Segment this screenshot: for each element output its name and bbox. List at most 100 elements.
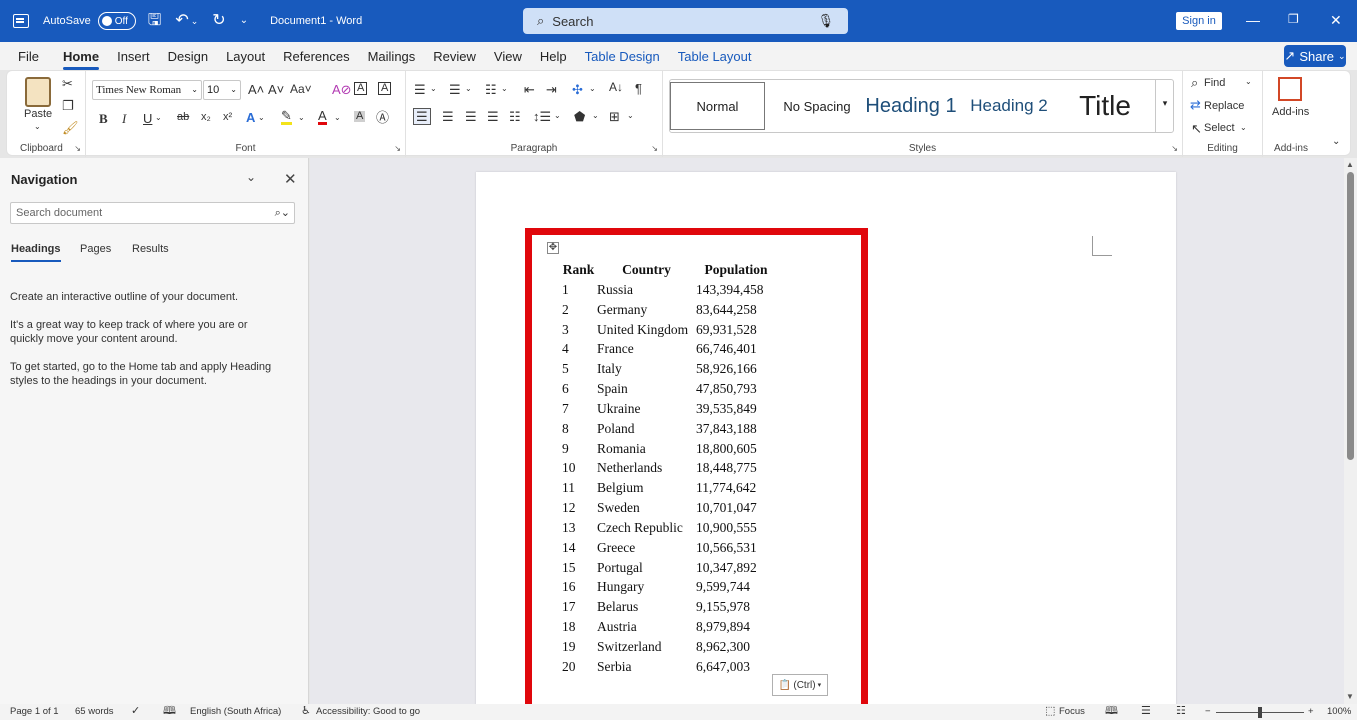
population-cell[interactable]: 58,926,166 bbox=[696, 359, 776, 379]
page-count[interactable]: Page 1 of 1 bbox=[10, 706, 59, 718]
strikethrough-icon[interactable]: ab bbox=[177, 112, 189, 123]
zoom-level[interactable]: 100% bbox=[1327, 706, 1351, 718]
zoom-in-icon[interactable]: + bbox=[1308, 706, 1314, 718]
focus-button[interactable]: Focus bbox=[1059, 706, 1085, 718]
highlight-icon[interactable]: ✎ bbox=[281, 109, 292, 125]
underline-dropdown-icon[interactable]: ⌄ bbox=[155, 114, 162, 122]
save-icon[interactable]: 🖫 bbox=[148, 13, 162, 29]
paste-button[interactable]: Paste bbox=[24, 109, 52, 120]
population-cell[interactable]: 10,701,047 bbox=[696, 498, 776, 518]
distributed-icon[interactable]: ☷ bbox=[509, 110, 521, 123]
population-cell[interactable]: 83,644,258 bbox=[696, 300, 776, 320]
style-title[interactable]: Title bbox=[1061, 81, 1149, 131]
tab-file[interactable]: File bbox=[18, 49, 39, 64]
country-cell[interactable]: Serbia bbox=[597, 657, 696, 677]
enclose-character-icon[interactable]: Ⓐ bbox=[376, 111, 389, 124]
tab-insert[interactable]: Insert bbox=[117, 49, 150, 64]
population-cell[interactable]: 69,931,528 bbox=[696, 320, 776, 340]
country-cell[interactable]: Germany bbox=[597, 300, 696, 320]
clipboard-launcher-icon[interactable]: ↘ bbox=[74, 144, 81, 153]
undo-icon[interactable]: ↶ bbox=[175, 13, 188, 29]
population-table[interactable]: Rank Country Population 1 Russia 143,394,4… bbox=[560, 260, 776, 677]
chevron-down-icon[interactable]: ⌄ bbox=[334, 114, 341, 122]
tab-table-layout[interactable]: Table Layout bbox=[678, 49, 752, 64]
chevron-down-icon[interactable]: ⌄ bbox=[554, 112, 561, 120]
style-normal[interactable]: Normal bbox=[670, 82, 765, 130]
chevron-down-icon[interactable]: ⌄ bbox=[1240, 124, 1247, 132]
bullets-icon[interactable]: ☰ bbox=[414, 83, 426, 96]
country-cell[interactable]: Ukraine bbox=[597, 399, 696, 419]
country-cell[interactable]: Spain bbox=[597, 379, 696, 399]
rank-cell[interactable]: 8 bbox=[560, 419, 597, 439]
read-mode-book-icon[interactable]: 🕮 bbox=[163, 705, 176, 717]
subscript-icon[interactable]: x₂ bbox=[201, 112, 211, 123]
increase-indent-icon[interactable]: ⇥ bbox=[546, 83, 557, 96]
paste-dropdown-icon[interactable]: ⌄ bbox=[34, 123, 41, 131]
rank-cell[interactable]: 18 bbox=[560, 617, 597, 637]
rank-cell[interactable]: 19 bbox=[560, 637, 597, 657]
tab-home[interactable]: Home bbox=[62, 49, 100, 70]
font-color-icon[interactable]: A bbox=[318, 109, 327, 125]
phonetic-guide-icon[interactable]: A bbox=[354, 82, 368, 95]
rank-cell[interactable]: 5 bbox=[560, 359, 597, 379]
chevron-down-icon[interactable]: ⌄ bbox=[501, 85, 508, 93]
rank-cell[interactable]: 20 bbox=[560, 657, 597, 677]
population-cell[interactable]: 18,800,605 bbox=[696, 439, 776, 459]
font-launcher-icon[interactable]: ↘ bbox=[394, 144, 401, 153]
nav-tab-headings[interactable]: Headings bbox=[11, 243, 61, 262]
word-count[interactable]: 65 words bbox=[75, 706, 114, 718]
population-cell[interactable]: 6,647,003 bbox=[696, 657, 776, 677]
italic-icon[interactable]: I bbox=[122, 112, 126, 125]
rank-cell[interactable]: 3 bbox=[560, 320, 597, 340]
styles-launcher-icon[interactable]: ↘ bbox=[1171, 144, 1178, 153]
align-left-icon[interactable]: ☰ bbox=[413, 108, 431, 125]
rank-cell[interactable]: 12 bbox=[560, 498, 597, 518]
numbering-icon[interactable]: ☰ bbox=[449, 83, 461, 96]
restore-icon[interactable]: ❐ bbox=[1288, 12, 1299, 26]
share-button[interactable]: ↗ Share ⌄ bbox=[1284, 45, 1346, 67]
shrink-font-icon[interactable]: A˅ bbox=[268, 83, 284, 96]
line-spacing-icon[interactable]: ↕☰ bbox=[533, 110, 551, 123]
style-heading-2[interactable]: Heading 2 bbox=[959, 81, 1059, 131]
bold-icon[interactable]: B bbox=[99, 112, 108, 125]
tab-review[interactable]: Review bbox=[433, 49, 476, 64]
population-cell[interactable]: 8,962,300 bbox=[696, 637, 776, 657]
nav-tab-results[interactable]: Results bbox=[132, 243, 169, 255]
population-cell[interactable]: 37,843,188 bbox=[696, 419, 776, 439]
country-cell[interactable]: Russia bbox=[597, 280, 696, 300]
zoom-slider-thumb[interactable] bbox=[1258, 707, 1262, 718]
population-cell[interactable]: 9,155,978 bbox=[696, 597, 776, 617]
tab-references[interactable]: References bbox=[283, 49, 349, 64]
rank-cell[interactable]: 9 bbox=[560, 439, 597, 459]
rank-cell[interactable]: 16 bbox=[560, 577, 597, 597]
chevron-down-icon[interactable]: ⌄ bbox=[1245, 78, 1252, 86]
country-cell[interactable]: Switzerland bbox=[597, 637, 696, 657]
microphone-icon[interactable]: 🎙 bbox=[817, 13, 834, 29]
country-cell[interactable]: Portugal bbox=[597, 558, 696, 578]
styles-more-icon[interactable]: ▾ bbox=[1155, 80, 1174, 132]
search-document-input[interactable]: Search document ⌕⌄ bbox=[10, 202, 295, 224]
asian-layout-icon[interactable]: ✣ bbox=[572, 83, 583, 96]
population-cell[interactable]: 10,566,531 bbox=[696, 538, 776, 558]
chevron-down-icon[interactable]: ⌄ bbox=[627, 112, 634, 120]
character-border-icon[interactable]: A bbox=[378, 82, 392, 95]
search-box[interactable]: ⌕ Search 🎙 bbox=[523, 8, 848, 34]
style-no-spacing[interactable]: No Spacing bbox=[769, 81, 865, 131]
chevron-down-icon[interactable]: ⌄ bbox=[589, 85, 596, 93]
web-layout-icon[interactable]: ☷ bbox=[1176, 705, 1186, 717]
search-icon[interactable]: ⌕⌄ bbox=[275, 203, 290, 223]
clear-formatting-icon[interactable]: A⊘ bbox=[332, 83, 352, 96]
underline-icon[interactable]: U bbox=[143, 112, 152, 125]
find-button[interactable]: Find bbox=[1204, 78, 1225, 89]
country-cell[interactable]: France bbox=[597, 339, 696, 359]
read-mode-icon[interactable]: 🕮 bbox=[1105, 705, 1118, 717]
customize-toolbar-icon[interactable]: ⌄ bbox=[240, 16, 248, 26]
rank-cell[interactable]: 15 bbox=[560, 558, 597, 578]
nav-tab-pages[interactable]: Pages bbox=[80, 243, 111, 255]
rank-cell[interactable]: 4 bbox=[560, 339, 597, 359]
country-cell[interactable]: Greece bbox=[597, 538, 696, 558]
chevron-down-icon[interactable]: ⌄ bbox=[465, 85, 472, 93]
tab-view[interactable]: View bbox=[494, 49, 522, 64]
autosave-toggle[interactable]: Off bbox=[97, 12, 136, 30]
font-size-select[interactable]: 10 ⌄ bbox=[203, 80, 241, 100]
